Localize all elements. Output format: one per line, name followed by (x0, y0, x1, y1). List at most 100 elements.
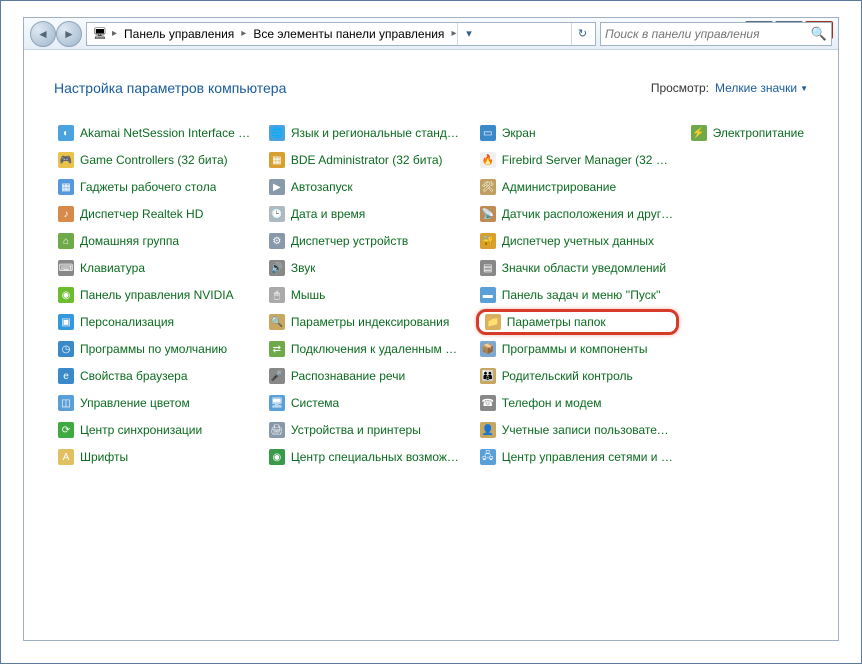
cp-item[interactable]: ♪Диспетчер Realtek HD (54, 201, 257, 227)
cp-item-icon: ♪ (58, 206, 74, 222)
cp-item[interactable]: ▤ Значки области уведомлений (476, 255, 679, 281)
cp-item[interactable]: ☎ Телефон и модем (476, 390, 679, 416)
cp-item[interactable]: ▣Персонализация (54, 309, 257, 335)
cp-item-icon: 🔐 (480, 233, 496, 249)
nav-forward-button[interactable]: ► (56, 21, 82, 47)
cp-item-icon: 🖱 (269, 287, 285, 303)
cp-item-icon: 🛠 (480, 179, 496, 195)
cp-item-label: BDE Administrator (32 бита) (291, 153, 443, 167)
cp-item-label: Автозапуск (291, 180, 353, 194)
cp-item[interactable]: 📁Параметры папок (476, 309, 679, 335)
cp-item-icon: ◐ (58, 125, 74, 141)
cp-item-label: Центр специальных возможностей (291, 450, 464, 464)
refresh-button[interactable]: ↻ (571, 23, 593, 45)
cp-item[interactable]: 🌐Язык и региональные стандарты (265, 120, 468, 146)
cp-item[interactable]: 👪Родительский контроль (476, 363, 679, 389)
window-frame: ◄ ► 🖥 ▸ Панель управления ▸ Все элементы… (23, 17, 839, 641)
cp-item[interactable]: 🖥Система (265, 390, 468, 416)
cp-item-label: Мышь (291, 288, 326, 302)
cp-item[interactable]: ⟳Центр синхронизации (54, 417, 257, 443)
cp-item-label: Game Controllers (32 бита) (80, 153, 228, 167)
cp-item-icon: 📁 (485, 314, 501, 330)
cp-item[interactable]: 🎮Game Controllers (32 бита) (54, 147, 257, 173)
cp-item[interactable]: ▦ BDE Administrator (32 бита) (265, 147, 468, 173)
content-header: Настройка параметров компьютера Просмотр… (54, 80, 808, 96)
chevron-right-icon[interactable]: ▸ (450, 28, 457, 39)
cp-item-label: Значки области уведомлений (502, 261, 666, 275)
cp-item-label: Устройства и принтеры (291, 423, 421, 437)
items-grid: ◐Akamai NetSession Interface Control...🎮… (54, 120, 808, 470)
cp-item[interactable]: ◐Akamai NetSession Interface Control... (54, 120, 257, 146)
cp-item[interactable]: 🖱 Мышь (265, 282, 468, 308)
cp-item-icon: 🔍 (269, 314, 285, 330)
chevron-right-icon[interactable]: ▸ (240, 28, 247, 39)
cp-item[interactable]: 🔥Firebird Server Manager (32 бита) (476, 147, 679, 173)
cp-item-icon: ☎ (480, 395, 496, 411)
cp-item-icon: 🖨 (269, 422, 285, 438)
cp-item[interactable]: 🔍Параметры индексирования (265, 309, 468, 335)
chevron-right-icon[interactable]: ▸ (111, 28, 118, 39)
cp-item-icon: 👤 (480, 422, 496, 438)
page-title: Настройка параметров компьютера (54, 80, 286, 96)
cp-item[interactable]: 🛠Администрирование (476, 174, 679, 200)
cp-item[interactable]: ⚡Электропитание (687, 120, 808, 146)
cp-item[interactable]: 🎤Распознавание речи (265, 363, 468, 389)
cp-item-icon: ⚡ (691, 125, 707, 141)
cp-item-icon: ⌨ (58, 260, 74, 276)
cp-item[interactable]: 📦Программы и компоненты (476, 336, 679, 362)
cp-item-icon: ▦ (269, 152, 285, 168)
cp-item-label: Firebird Server Manager (32 бита) (502, 153, 675, 167)
cp-item-icon: 🌐 (269, 125, 285, 141)
cp-item[interactable]: ▭Экран (476, 120, 679, 146)
cp-item-icon: 🔊 (269, 260, 285, 276)
cp-item-icon: ▬ (480, 287, 496, 303)
view-label: Просмотр: (651, 81, 709, 95)
breadcrumb-cp[interactable]: Панель управления (118, 25, 240, 43)
cp-item-label: Диспетчер устройств (291, 234, 408, 248)
cp-item-label: Система (291, 396, 339, 410)
cp-item-label: Гаджеты рабочего стола (80, 180, 216, 194)
cp-item[interactable]: 🔐Диспетчер учетных данных (476, 228, 679, 254)
address-dropdown-button[interactable]: ▾ (457, 23, 479, 45)
search-input[interactable] (605, 27, 811, 41)
cp-item[interactable]: ◫Управление цветом (54, 390, 257, 416)
cp-item-label: Телефон и модем (502, 396, 602, 410)
cp-item[interactable]: eСвойства браузера (54, 363, 257, 389)
nav-back-button[interactable]: ◄ (30, 21, 56, 47)
cp-item[interactable]: ▦Гаджеты рабочего стола (54, 174, 257, 200)
cp-item[interactable]: ◷Программы по умолчанию (54, 336, 257, 362)
cp-item-icon: ⌂ (58, 233, 74, 249)
cp-item[interactable]: AШрифты (54, 444, 257, 470)
cp-item[interactable]: 👤 Учетные записи пользователей (476, 417, 679, 443)
cp-item-icon: ⇄ (269, 341, 285, 357)
cp-item-label: Экран (502, 126, 536, 140)
cp-item-label: Учетные записи пользователей (502, 423, 675, 437)
cp-item-icon: ▤ (480, 260, 496, 276)
search-icon[interactable]: 🔍 (811, 26, 827, 42)
address-bar[interactable]: 🖥 ▸ Панель управления ▸ Все элементы пан… (86, 22, 596, 46)
cp-item-label: Датчик расположения и другие дат... (502, 207, 675, 221)
breadcrumb-all[interactable]: Все элементы панели управления (247, 25, 450, 43)
search-box[interactable]: 🔍 (600, 22, 832, 46)
cp-item[interactable]: ▶Автозапуск (265, 174, 468, 200)
cp-item[interactable]: ⌨Клавиатура (54, 255, 257, 281)
cp-item[interactable]: 🖧Центр управления сетями и общи... (476, 444, 679, 470)
nav-back-forward: ◄ ► (30, 21, 82, 47)
cp-item[interactable]: ⇄Подключения к удаленным рабоч... (265, 336, 468, 362)
cp-item[interactable]: 🔊 Звук (265, 255, 468, 281)
cp-item-label: Центр синхронизации (80, 423, 202, 437)
cp-item[interactable]: ⌂Домашняя группа (54, 228, 257, 254)
cp-item-icon: 🕒 (269, 206, 285, 222)
cp-item-label: Звук (291, 261, 316, 275)
cp-item[interactable]: ▬Панель задач и меню ''Пуск'' (476, 282, 679, 308)
cp-item-label: Панель управления NVIDIA (80, 288, 234, 302)
view-selector[interactable]: Мелкие значки ▼ (715, 81, 808, 95)
cp-item[interactable]: 📡Датчик расположения и другие дат... (476, 201, 679, 227)
cp-item[interactable]: ◉Центр специальных возможностей (265, 444, 468, 470)
cp-item[interactable]: ⚙Диспетчер устройств (265, 228, 468, 254)
cp-item[interactable]: 🕒Дата и время (265, 201, 468, 227)
cp-item[interactable]: 🖨 Устройства и принтеры (265, 417, 468, 443)
cp-item-label: Программы по умолчанию (80, 342, 227, 356)
cp-item[interactable]: ◉Панель управления NVIDIA (54, 282, 257, 308)
cp-item-icon: 🎤 (269, 368, 285, 384)
